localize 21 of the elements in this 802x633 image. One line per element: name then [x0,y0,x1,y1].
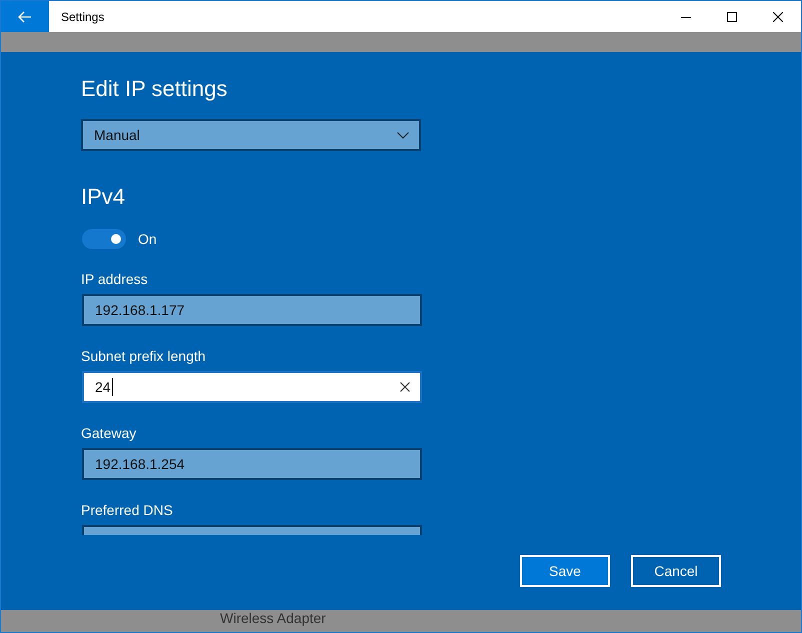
field-label: IP address [81,270,148,289]
field-label: Subnet prefix length [81,347,206,366]
clear-icon[interactable] [400,382,410,392]
adapter-label: Wireless Adapter [220,610,326,626]
input-field[interactable]: 192.168.1.177 [82,294,422,326]
cancel-button[interactable]: Cancel [631,555,721,587]
field-label: Gateway [81,424,136,443]
ipv4-toggle[interactable] [82,229,126,249]
window-title: Settings [61,10,104,24]
toggle-label: On [138,231,157,247]
maximize-icon [727,12,737,22]
chevron-down-icon [397,132,409,138]
input-field[interactable]: 192.168.1.254 [82,448,422,480]
field-label: Preferred DNS [81,501,173,520]
close-icon [773,12,783,22]
back-arrow-icon [18,10,32,22]
ip-mode-dropdown[interactable]: Manual [81,119,421,151]
input-field[interactable]: 24 [82,371,422,403]
save-button[interactable]: Save [520,555,610,587]
dialog-title: Edit IP settings [81,75,228,103]
section-heading: IPv4 [81,183,126,211]
